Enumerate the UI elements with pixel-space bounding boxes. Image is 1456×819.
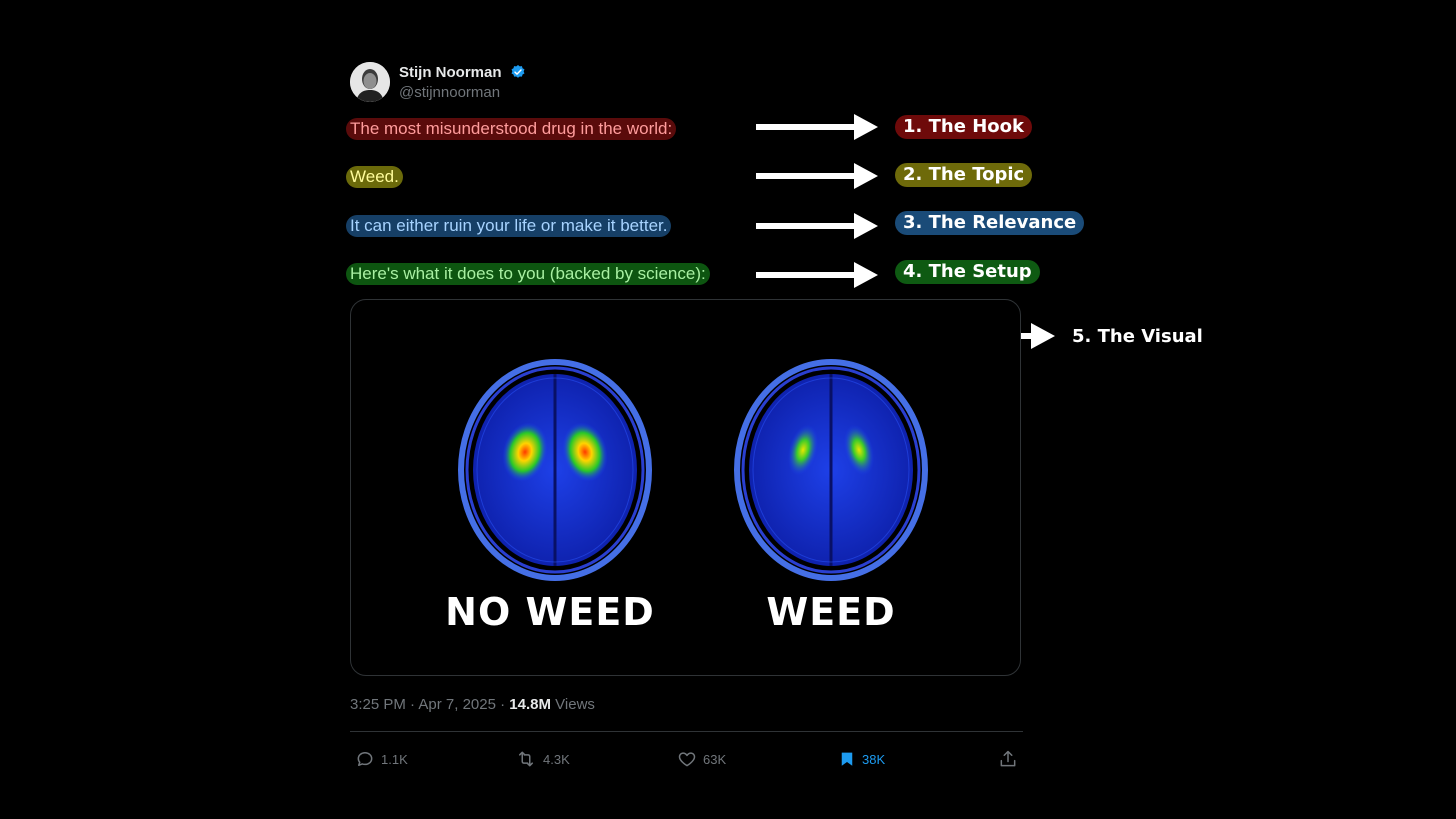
author-handle[interactable]: @stijnnoorman [399, 84, 500, 101]
arrow-right-icon [756, 262, 878, 288]
avatar[interactable] [350, 62, 390, 102]
annotation-topic: 2. The Topic [895, 163, 1033, 187]
annotation-setup: 4. The Setup [895, 260, 1040, 284]
meta-separator: · [500, 696, 506, 713]
tweet-line-relevance: It can either ruin your life or make it … [346, 215, 672, 237]
annotation-visual: 5. The Visual [1072, 326, 1203, 347]
views-label: Views [555, 696, 595, 713]
views-count: 14.8M [509, 696, 551, 713]
heart-icon [678, 752, 696, 767]
reply-icon [357, 752, 373, 766]
repost-count: 4.3K [543, 751, 570, 767]
caption-weed: WEED [766, 590, 896, 634]
tweet-time[interactable]: 3:25 PM [350, 696, 406, 713]
brain-right [734, 359, 928, 581]
share-icon [1000, 750, 1016, 767]
caption-no-weed: NO WEED [445, 590, 655, 634]
repost-icon [519, 751, 533, 767]
tweet-line-topic: Weed. [346, 166, 403, 188]
tweet-line-setup: Here's what it does to you (backed by sc… [346, 263, 710, 285]
reply-count: 1.1K [381, 751, 408, 767]
brain-left [458, 359, 652, 581]
tweet-media[interactable]: NO WEED WEED [350, 299, 1021, 676]
tweet-meta: 3:25 PM · Apr 7, 2025 · 14.8M Views [350, 696, 595, 713]
bookmark-count: 38K [862, 751, 886, 767]
meta-separator: · [410, 696, 416, 713]
arrow-right-icon [756, 213, 878, 239]
arrow-right-icon [756, 114, 878, 140]
share-button[interactable] [998, 747, 1018, 771]
divider [350, 731, 1023, 732]
arrow-right-icon [756, 163, 878, 189]
annotation-relevance: 3. The Relevance [895, 211, 1085, 235]
bookmark-icon [841, 752, 853, 766]
author-name-text[interactable]: Stijn Noorman [399, 64, 502, 81]
like-count: 63K [703, 751, 727, 767]
author-name[interactable]: Stijn Noorman [399, 64, 526, 81]
annotation-hook: 1. The Hook [895, 115, 1032, 139]
bookmark-button[interactable]: 38K [838, 747, 885, 771]
repost-button[interactable]: 4.3K [515, 747, 570, 771]
tweet-date[interactable]: Apr 7, 2025 [418, 696, 496, 713]
reply-button[interactable]: 1.1K [355, 747, 408, 771]
verified-badge-icon [511, 65, 525, 78]
tweet-line-hook: The most misunderstood drug in the world… [346, 118, 677, 140]
like-button[interactable]: 63K [677, 747, 726, 771]
